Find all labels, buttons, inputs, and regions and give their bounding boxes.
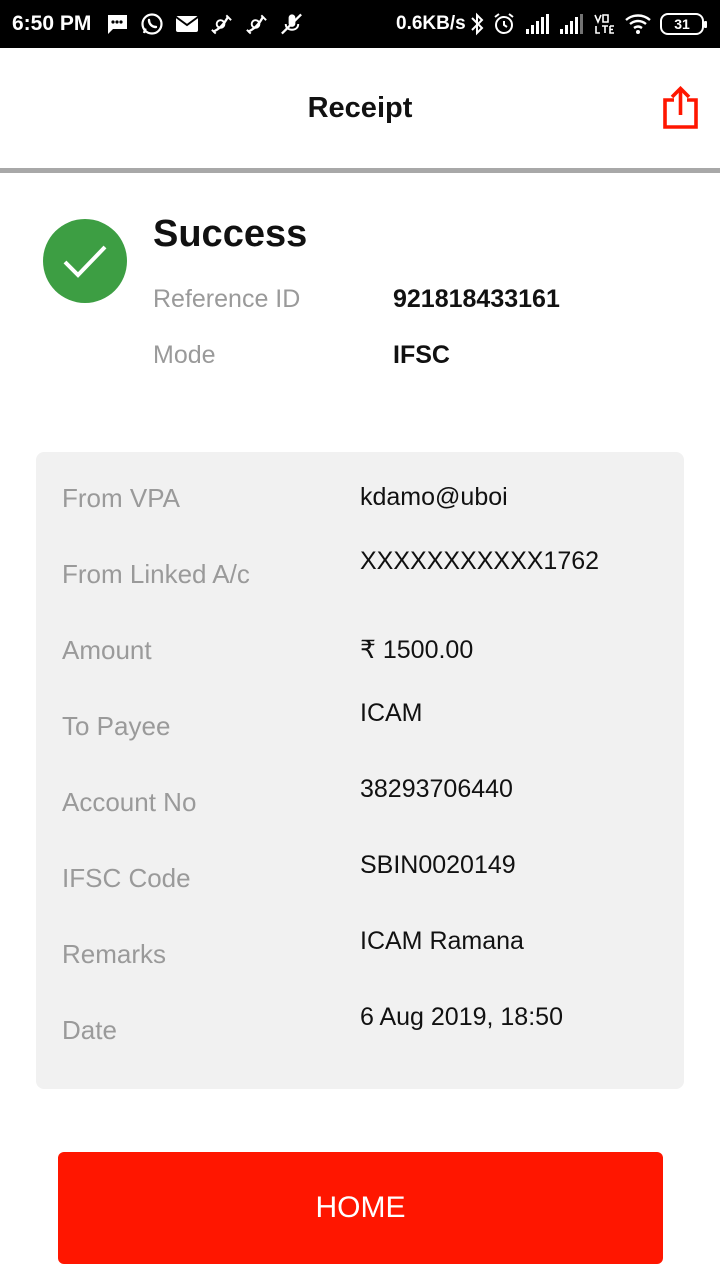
status-title: Success: [153, 213, 308, 255]
network-speed: 0.6KB/s: [396, 13, 466, 34]
mail-icon: [174, 12, 199, 37]
detail-value-to-payee: ICAM: [360, 699, 423, 727]
detail-value-amount: ₹ 1500.00: [360, 636, 474, 664]
whatsapp-icon: [139, 12, 164, 37]
detail-label-ifsc-code: IFSC Code: [62, 863, 191, 893]
bluetooth-icon: [470, 11, 484, 37]
volte-icon: [592, 11, 616, 37]
page-title: Receipt: [307, 92, 413, 124]
signal-icon: [558, 11, 584, 37]
notification-icons: [104, 10, 304, 38]
detail-value-account-no: 38293706440: [360, 775, 513, 803]
detail-label-date: Date: [62, 1015, 117, 1045]
home-button[interactable]: HOME: [58, 1152, 663, 1264]
home-button-label: HOME: [315, 1191, 406, 1224]
mode-label: Mode: [153, 341, 216, 369]
wifi-icon: [624, 11, 652, 37]
message-icon: [104, 12, 129, 37]
detail-label-remarks: Remarks: [62, 939, 167, 969]
detail-label-to-payee: To Payee: [62, 711, 171, 741]
status-bar: 6:50 PM 0.6KB/s 31: [0, 0, 720, 48]
app-header: Receipt: [0, 48, 720, 168]
detail-value-linked-account: XXXXXXXXXXX1762: [360, 547, 600, 575]
detail-value-remarks: ICAM Ramana: [360, 927, 524, 955]
mic-off-icon: [279, 12, 304, 37]
detail-label-account-no: Account No: [62, 787, 197, 817]
detail-label-from-vpa: From VPA: [62, 483, 180, 513]
share-button[interactable]: [660, 85, 700, 130]
share-icon: [663, 85, 698, 129]
mode-value: IFSC: [393, 341, 450, 369]
alarm-icon: [492, 11, 516, 37]
battery-icon: 31: [660, 13, 707, 35]
detail-value-date: 6 Aug 2019, 18:50: [360, 1003, 563, 1031]
success-check-icon: [43, 219, 127, 303]
satellite-icon: [244, 12, 269, 37]
transaction-details-card: From VPA kdamo@uboi From Linked A/c XXXX…: [36, 452, 684, 1089]
battery-level: 31: [674, 16, 690, 32]
detail-label-linked-account: From Linked A/c: [62, 559, 250, 589]
satellite-icon: [209, 12, 234, 37]
status-time: 6:50 PM: [12, 12, 92, 35]
header-divider: [0, 168, 720, 173]
detail-value-from-vpa: kdamo@uboi: [360, 483, 508, 511]
signal-icon: [524, 11, 550, 37]
detail-value-ifsc-code: SBIN0020149: [360, 851, 516, 879]
system-icons: 31: [470, 10, 707, 38]
reference-id-label: Reference ID: [153, 285, 301, 313]
detail-label-amount: Amount: [62, 635, 152, 665]
reference-id-value: 921818433161: [393, 285, 560, 313]
